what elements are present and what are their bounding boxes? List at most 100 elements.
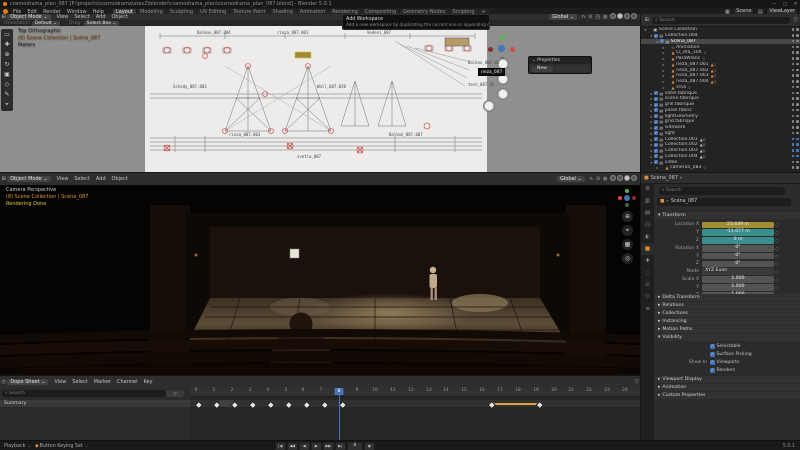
tool-button[interactable]: ⊕ <box>1 50 13 60</box>
render-camera-icon[interactable] <box>796 103 799 106</box>
lock-icon[interactable]: ○ <box>774 261 780 266</box>
render-camera-icon[interactable] <box>796 149 799 152</box>
render-camera-icon[interactable] <box>796 114 799 118</box>
expand-chevron-icon[interactable]: ▸ <box>655 165 660 170</box>
pivot-icon[interactable]: ⊙ <box>594 176 601 182</box>
properties-tab[interactable]: ◳ <box>641 219 654 231</box>
3d-viewport[interactable]: ⊞ Object Mode ⌄ View Select Add Object Glob… <box>0 172 640 376</box>
menu-item[interactable]: Key <box>141 379 156 385</box>
render-camera-icon[interactable] <box>796 28 799 31</box>
expand-chevron-icon[interactable]: ▸ <box>661 62 666 67</box>
hide-eye-icon[interactable] <box>791 114 795 118</box>
section-animation[interactable]: ▸ Animation <box>655 384 800 391</box>
value-field[interactable]: XYZ Euler <box>702 268 774 275</box>
render-camera-icon[interactable] <box>796 97 799 100</box>
value-field[interactable]: 0° <box>702 260 774 268</box>
value-field[interactable]: -11.677 m <box>702 229 774 236</box>
hide-eye-icon[interactable] <box>791 131 795 135</box>
lock-icon[interactable]: ○ <box>774 246 780 251</box>
playhead[interactable] <box>339 388 340 441</box>
minimize-button[interactable]: — <box>770 2 779 7</box>
properties-tab[interactable]: ◌ <box>641 267 654 279</box>
tool-button[interactable]: ◇ <box>1 80 13 90</box>
playback-button[interactable]: ▶ <box>310 441 322 450</box>
tool-button[interactable]: ✚ <box>1 40 13 50</box>
popover-field[interactable] <box>554 65 589 72</box>
collection-checkbox[interactable]: ✓ <box>654 148 658 153</box>
hide-eye-icon[interactable] <box>791 97 795 100</box>
maximize-button[interactable]: ▢ <box>780 2 789 7</box>
render-camera-icon[interactable] <box>796 137 799 141</box>
render-camera-icon[interactable] <box>796 108 799 112</box>
auto-keying-button[interactable]: ◉ <box>363 441 375 450</box>
hide-eye-icon[interactable] <box>791 91 795 95</box>
section-instancing[interactable]: ▸ Instancing <box>655 318 800 325</box>
hide-eye-icon[interactable] <box>791 74 795 77</box>
collection-checkbox[interactable]: ✓ <box>654 160 658 165</box>
editor-type-icon[interactable]: ◷ <box>0 379 7 385</box>
menu-item[interactable]: Channel <box>114 379 141 385</box>
selectable-checkbox[interactable]: ✓ <box>710 344 715 349</box>
hide-eye-icon[interactable] <box>791 51 795 54</box>
lock-icon[interactable]: ○ <box>774 222 780 227</box>
expand-chevron-icon[interactable]: ▸ <box>661 85 666 90</box>
viewports-checkbox[interactable]: ✓ <box>710 360 715 365</box>
section-viewport-display[interactable]: ▸ Viewport Display <box>655 376 800 383</box>
collection-checkbox[interactable]: ✓ <box>654 131 658 136</box>
section-collections[interactable]: ▸ Collections <box>655 310 800 317</box>
menu-item[interactable]: Object <box>109 176 131 182</box>
properties-tab[interactable]: ▽ <box>641 291 654 303</box>
render-camera-icon[interactable] <box>796 68 799 72</box>
menu-item[interactable]: Marker <box>91 379 114 385</box>
menu-item[interactable]: Select <box>71 176 92 182</box>
playback-button[interactable]: ◀◀ <box>286 441 298 450</box>
expand-chevron-icon[interactable]: ▸ <box>661 45 666 50</box>
new-button[interactable]: New <box>531 65 553 72</box>
expand-chevron-icon[interactable]: ▸ <box>661 68 666 73</box>
menu-item[interactable]: Add <box>93 176 109 182</box>
transform-section-header[interactable]: ▾ Transform <box>655 212 800 219</box>
tool-button[interactable]: ▭ <box>1 30 13 40</box>
hide-eye-icon[interactable] <box>791 108 795 112</box>
playback-menu[interactable]: Playback ⌄ <box>4 444 31 449</box>
hide-eye-icon[interactable] <box>791 154 795 158</box>
keying-set-selector[interactable]: Button Keying Set ⌄ <box>40 444 89 449</box>
properties-tab[interactable]: ⚙ <box>641 183 654 195</box>
properties-tab[interactable]: ⊙ <box>641 279 654 291</box>
lock-icon[interactable]: ○ <box>774 269 780 274</box>
collection-checkbox[interactable]: ✓ <box>660 39 664 44</box>
axis-gizmo[interactable] <box>618 189 636 207</box>
collection-checkbox[interactable]: ✓ <box>654 91 658 96</box>
playback-button[interactable]: ▶| <box>334 441 346 450</box>
lock-icon[interactable]: ○ <box>774 285 780 290</box>
tool-button[interactable]: ✎ <box>1 90 13 100</box>
render-camera-icon[interactable] <box>796 143 799 146</box>
lock-icon[interactable]: ○ <box>774 254 780 259</box>
collection-checkbox[interactable]: ✓ <box>654 142 658 147</box>
collection-checkbox[interactable]: ✓ <box>654 119 658 124</box>
snap-magnet-icon[interactable]: ∩ <box>588 176 595 182</box>
properties-tab[interactable]: ≡ <box>641 303 654 315</box>
menu-item[interactable]: Select <box>69 379 90 385</box>
playback-button[interactable]: |◀ <box>274 441 286 450</box>
tool-button[interactable]: ⌖ <box>1 100 13 110</box>
render-camera-icon[interactable] <box>796 166 799 169</box>
render-camera-icon[interactable] <box>796 74 799 77</box>
surface-picking-checkbox[interactable]: ✓ <box>710 352 715 357</box>
orientation-selector[interactable]: Global ⌄ <box>557 176 585 182</box>
render-camera-icon[interactable] <box>796 126 799 129</box>
collection-checkbox[interactable]: ✓ <box>654 114 658 119</box>
hide-eye-icon[interactable] <box>791 34 795 37</box>
expand-chevron-icon[interactable]: ▸ <box>661 79 666 84</box>
value-field[interactable]: 1.000 <box>702 276 774 283</box>
hide-eye-icon[interactable] <box>791 137 795 141</box>
editor-type-icon[interactable]: ⊞ <box>0 176 7 182</box>
hide-eye-icon[interactable] <box>791 166 795 169</box>
expand-chevron-icon[interactable]: ▸ <box>661 56 666 61</box>
lock-icon[interactable]: ○ <box>774 230 780 235</box>
render-camera-icon[interactable] <box>796 51 799 54</box>
playback-button[interactable]: ◀ <box>298 441 310 450</box>
timeline-ruler[interactable]: 0 1 2 3 4 5 6 7 9 10 11 12 13 14 15 16 17 18 19 20 21 22 23 24 <box>190 388 640 397</box>
render-camera-icon[interactable] <box>796 120 799 123</box>
menu-item[interactable]: View <box>54 176 72 182</box>
